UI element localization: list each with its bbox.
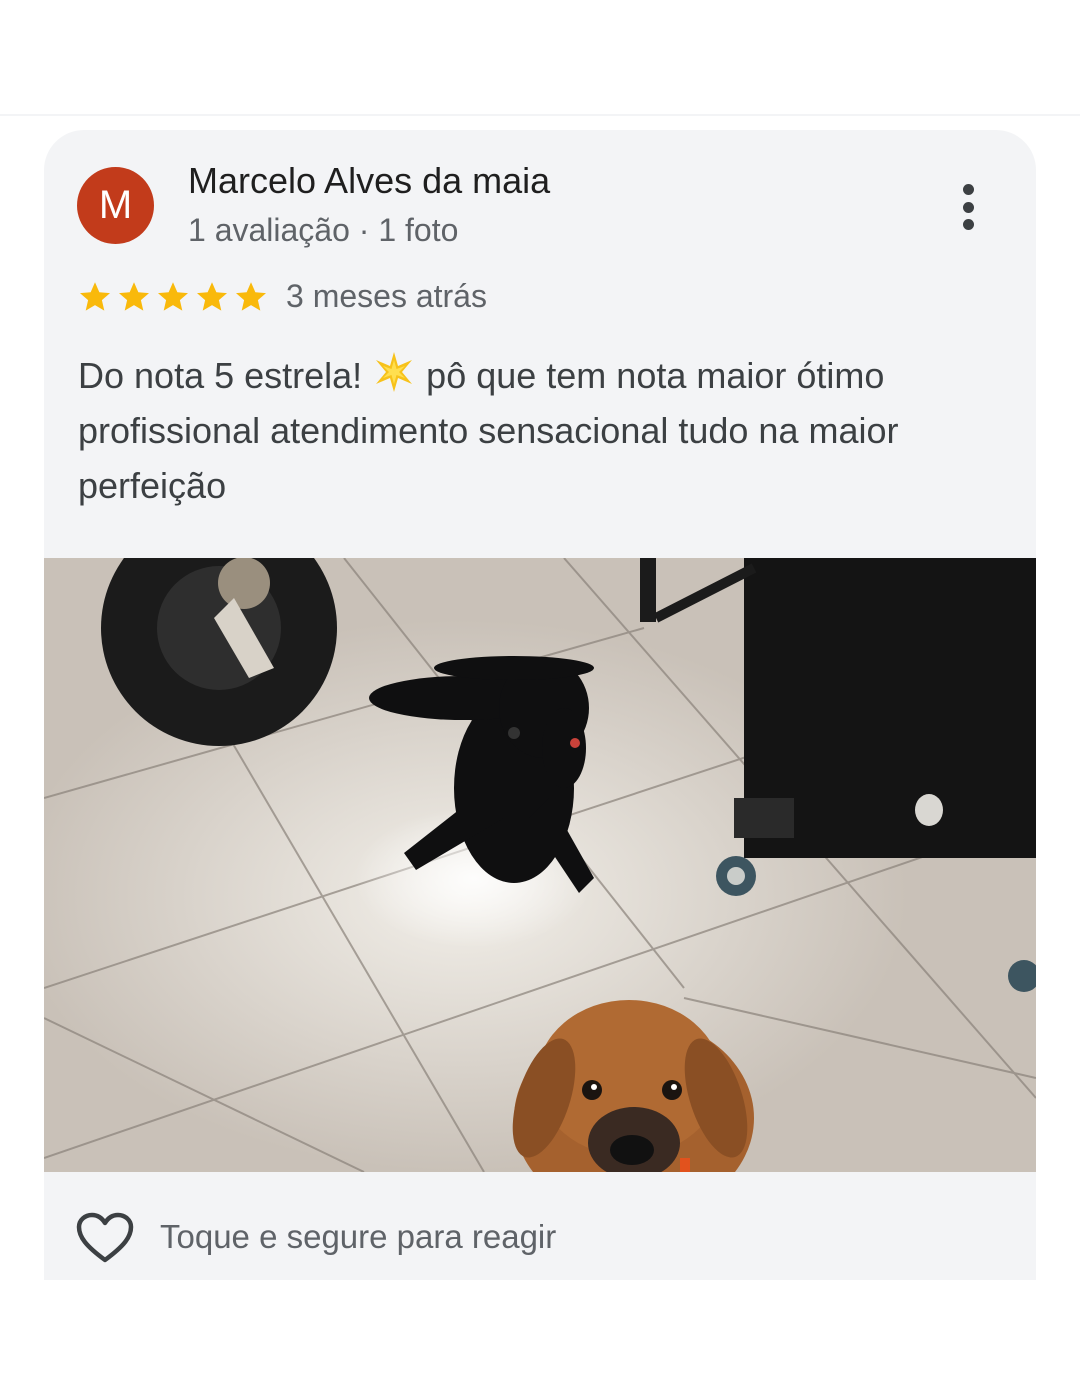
review-text-part-1: Do nota 5 estrela! — [78, 355, 373, 396]
review-card: M Marcelo Alves da maia 1 avaliação · 1 … — [44, 130, 1036, 1280]
avatar-letter: M — [98, 183, 133, 227]
reaction-label: Toque e segure para reagir — [160, 1218, 557, 1255]
more-vert-icon — [962, 184, 974, 195]
review-text: Do nota 5 estrela! pô que tem nota maior… — [78, 348, 998, 513]
reaction-row[interactable]: Toque e segure para reagir — [44, 1172, 1036, 1280]
review-photo-dogs — [44, 558, 1036, 1172]
review-date: 3 meses atrás — [286, 278, 487, 314]
star-rating — [77, 279, 269, 315]
star-icon — [119, 282, 149, 311]
more-options-button[interactable] — [946, 176, 990, 238]
reviewer-meta: 1 avaliação · 1 foto — [188, 212, 459, 248]
avatar[interactable]: M — [77, 167, 154, 244]
top-bar — [0, 0, 1080, 116]
star-icon — [80, 282, 110, 311]
star-icon — [236, 282, 266, 311]
star-icon — [197, 282, 227, 311]
sparkle-star-icon — [376, 352, 413, 392]
more-vert-icon-dot — [962, 201, 974, 213]
star-icon — [158, 282, 188, 311]
heart-outline-icon[interactable] — [76, 1212, 134, 1264]
reviewer-name[interactable]: Marcelo Alves da maia — [188, 160, 550, 202]
review-photo[interactable] — [44, 558, 1036, 1172]
more-vert-icon-dot — [962, 219, 974, 230]
